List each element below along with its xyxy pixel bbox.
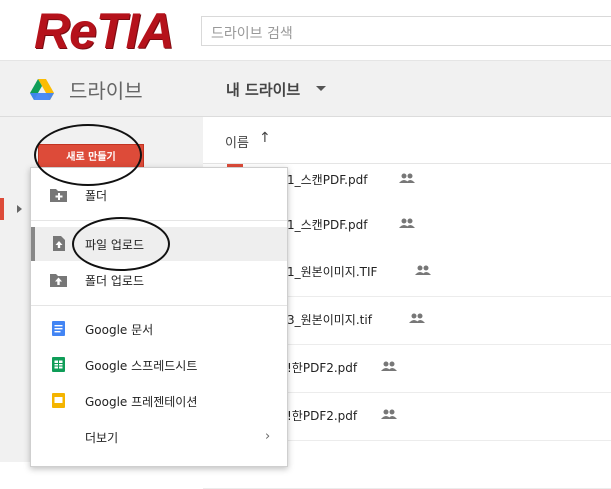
file-list-header: 이름 ↑ — [203, 117, 611, 164]
menu-item-folder-upload[interactable]: 폴더 업로드 — [31, 263, 287, 297]
menu-item-more[interactable]: 더보기 › — [31, 420, 287, 454]
selected-nav-marker — [0, 198, 4, 220]
google-slides-icon — [52, 393, 65, 408]
folder-upload-icon — [50, 274, 67, 287]
shared-icon — [409, 313, 425, 323]
folder-plus-icon — [50, 189, 67, 202]
menu-item-label: 폴더 — [85, 189, 108, 203]
app-title[interactable]: 드라이브 — [69, 75, 143, 104]
sort-ascending-icon[interactable]: ↑ — [259, 130, 271, 146]
top-bar: ReTIA 드라이브 검색 — [0, 0, 611, 61]
menu-item-google-sheets[interactable]: Google 스프레드시트 — [31, 348, 287, 382]
shared-icon — [415, 265, 431, 275]
menu-item-google-docs[interactable]: Google 문서 — [31, 312, 287, 346]
file-upload-icon — [53, 236, 65, 251]
menu-divider — [31, 305, 287, 306]
menu-item-label: Google 스프레드시트 — [85, 359, 198, 373]
retia-logo: ReTIA — [34, 3, 174, 59]
google-docs-icon — [52, 321, 65, 336]
file-name[interactable]: 1_스캔PDF.pdf — [287, 216, 367, 233]
menu-item-label: 폴더 업로드 — [85, 274, 145, 288]
menu-item-google-slides[interactable]: Google 프레젠테이션 — [31, 384, 287, 418]
new-item-menu: 폴더 파일 업로드 폴더 업로드 Google 문서 Google 스프레드시트… — [30, 167, 288, 467]
app-bar: 드라이브 내 드라이브 — [0, 61, 611, 117]
breadcrumb-my-drive[interactable]: 내 드라이브 — [226, 79, 300, 100]
menu-item-label: 더보기 — [85, 431, 119, 445]
shared-icon — [399, 173, 415, 183]
file-name[interactable]: !한PDF2.pdf — [287, 407, 357, 424]
google-drive-icon[interactable] — [30, 79, 54, 100]
search-input[interactable]: 드라이브 검색 — [201, 16, 611, 46]
menu-item-label: Google 문서 — [85, 323, 154, 337]
chevron-down-icon[interactable] — [316, 86, 326, 91]
menu-divider — [31, 220, 287, 221]
shared-icon — [381, 409, 397, 419]
menu-item-label: Google 프레젠테이션 — [85, 395, 198, 409]
file-name[interactable]: !한PDF2.pdf — [287, 359, 357, 376]
annotation-oval-file-upload — [72, 217, 170, 271]
shared-icon — [381, 361, 397, 371]
file-name[interactable]: 1_스캔PDF.pdf — [287, 171, 367, 188]
chevron-right-icon: › — [265, 429, 271, 444]
file-name[interactable]: 3_원본이미지.tif — [287, 311, 372, 328]
name-column-header[interactable]: 이름 — [225, 132, 249, 151]
annotation-oval-new-button — [34, 124, 142, 186]
expand-arrow-icon[interactable] — [17, 205, 22, 213]
file-name[interactable]: 1_원본이미지.TIF — [287, 263, 377, 280]
google-sheets-icon — [52, 357, 65, 372]
shared-icon — [399, 218, 415, 228]
